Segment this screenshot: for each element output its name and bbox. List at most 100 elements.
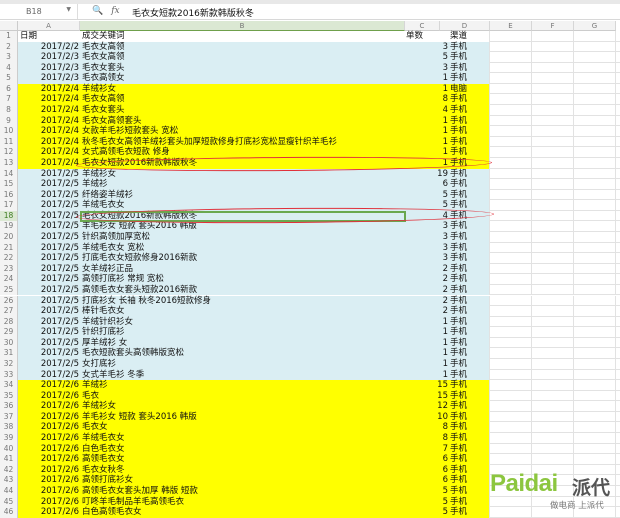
cell-channel[interactable]: 手机 <box>450 296 490 307</box>
cell-keyword[interactable]: 羊绒衫女 <box>82 84 402 95</box>
cell-keyword[interactable]: 毛衣高领女 <box>82 73 402 84</box>
cell-count[interactable]: 6 <box>405 475 448 486</box>
cell-keyword[interactable]: 毛衣女高领 <box>82 42 402 53</box>
cell-channel[interactable]: 手机 <box>450 306 490 317</box>
cell-count[interactable]: 1 <box>405 338 448 349</box>
cell-date[interactable]: 2017/2/5 <box>18 296 79 307</box>
cell-count[interactable]: 2 <box>405 274 448 285</box>
cell-channel[interactable]: 手机 <box>450 401 490 412</box>
cell-keyword[interactable]: 高领毛衣女套头加厚 韩版 短款 <box>82 486 402 497</box>
cell-keyword[interactable]: 毛衣短款套头高领韩版宽松 <box>82 348 402 359</box>
cell-count[interactable]: 15 <box>405 380 448 391</box>
cell-keyword[interactable]: 棒针毛衣女 <box>82 306 402 317</box>
cell-channel[interactable]: 手机 <box>450 274 490 285</box>
cell-date[interactable]: 2017/2/5 <box>18 359 79 370</box>
cell-date[interactable]: 2017/2/5 <box>18 348 79 359</box>
cell-count[interactable]: 5 <box>405 52 448 63</box>
cell-date[interactable]: 2017/2/6 <box>18 507 79 518</box>
row-header[interactable]: 12 <box>0 147 18 158</box>
cell-channel[interactable]: 手机 <box>450 486 490 497</box>
cell-date[interactable]: 2017/2/6 <box>18 401 79 412</box>
cell-channel[interactable]: 手机 <box>450 221 490 232</box>
row-header[interactable]: 17 <box>0 200 18 211</box>
column-header-a[interactable]: A <box>18 21 80 31</box>
cell-count[interactable]: 2 <box>405 285 448 296</box>
cell-channel[interactable]: 手机 <box>450 317 490 328</box>
cell-count[interactable]: 1 <box>405 126 448 137</box>
cell-date[interactable]: 2017/2/5 <box>18 274 79 285</box>
cell-channel[interactable]: 手机 <box>450 285 490 296</box>
cell-date[interactable]: 2017/2/6 <box>18 475 79 486</box>
cell-channel[interactable]: 手机 <box>450 116 490 127</box>
cell-date[interactable]: 2017/2/6 <box>18 454 79 465</box>
cell-date[interactable]: 2017/2/5 <box>18 285 79 296</box>
name-box[interactable]: B18 ▼ <box>0 4 78 19</box>
cell-channel[interactable]: 手机 <box>450 433 490 444</box>
cell-channel[interactable]: 手机 <box>450 412 490 423</box>
cell-date[interactable]: 2017/2/4 <box>18 137 79 148</box>
cell-channel[interactable]: 手机 <box>450 444 490 455</box>
cell-date[interactable]: 2017/2/5 <box>18 200 79 211</box>
cell-count[interactable]: 1 <box>405 348 448 359</box>
cell-channel[interactable]: 手机 <box>450 105 490 116</box>
column-header-c[interactable]: C <box>405 21 440 31</box>
row-header[interactable]: 38 <box>0 422 18 434</box>
cell-count[interactable]: 1 <box>405 137 448 148</box>
cell-count[interactable]: 1 <box>405 359 448 370</box>
cell-channel[interactable]: 手机 <box>450 348 490 359</box>
cell-channel[interactable]: 手机 <box>450 327 490 338</box>
cell-date[interactable]: 2017/2/3 <box>18 63 79 74</box>
row-header[interactable]: 13 <box>0 157 18 169</box>
cell-keyword[interactable]: 白色毛衣女 <box>82 444 402 455</box>
cell-keyword[interactable]: 羊绒衫 <box>82 179 402 190</box>
cell-channel[interactable]: 手机 <box>450 126 490 137</box>
select-all-corner[interactable] <box>0 21 18 31</box>
row-header[interactable]: 11 <box>0 136 18 148</box>
cell-channel[interactable]: 手机 <box>450 190 490 201</box>
cell-keyword[interactable]: 毛衣 <box>82 391 402 402</box>
row-header[interactable]: 27 <box>0 306 18 317</box>
cell-date[interactable]: 2017/2/5 <box>18 264 79 275</box>
row-header[interactable]: 29 <box>0 327 18 338</box>
row-header[interactable]: 37 <box>0 411 18 423</box>
row-header[interactable]: 24 <box>0 274 18 285</box>
row-header[interactable]: 14 <box>0 168 18 180</box>
cell-date[interactable]: 2017/2/5 <box>18 338 79 349</box>
cell-keyword[interactable]: 打底衫女 长袖 秋冬2016短款修身 <box>82 296 402 307</box>
row-header[interactable]: 6 <box>0 83 18 95</box>
cell-keyword[interactable]: 女羊绒衫正品 <box>82 264 402 275</box>
cell-date[interactable]: 2017/2/3 <box>18 52 79 63</box>
cell-keyword[interactable]: 毛衣女套头 <box>82 105 402 116</box>
row-header[interactable]: 8 <box>0 105 18 116</box>
cell-date[interactable]: 2017/2/6 <box>18 444 79 455</box>
cell-date[interactable]: 2017/2/6 <box>18 412 79 423</box>
row-header[interactable]: 22 <box>0 253 18 264</box>
cell-date[interactable]: 2017/2/5 <box>18 253 79 264</box>
cell-keyword[interactable]: 秋冬毛衣女高领羊绒衫套头加厚短款修身打底衫宽松显瘦针织羊毛衫 <box>82 137 402 148</box>
row-header[interactable]: 1 <box>0 31 18 42</box>
column-header-e[interactable]: E <box>490 21 532 31</box>
cell-count[interactable]: 1 <box>405 147 448 158</box>
cell-keyword[interactable]: 羊绒衫女 <box>82 401 402 412</box>
cell-date[interactable]: 2017/2/4 <box>18 116 79 127</box>
cell-channel[interactable]: 手机 <box>450 465 490 476</box>
row-header[interactable]: 15 <box>0 179 18 190</box>
cell-keyword[interactable]: 高领打底衫 常规 宽松 <box>82 274 402 285</box>
cell-keyword[interactable]: 高领毛衣女套头短款2016新款 <box>82 285 402 296</box>
cell-date[interactable]: 2017/2/5 <box>18 232 79 243</box>
cell-channel[interactable]: 手机 <box>450 73 490 84</box>
cell-channel[interactable]: 手机 <box>450 52 490 63</box>
cell-channel[interactable]: 手机 <box>450 169 490 180</box>
cell-date[interactable]: 2017/2/5 <box>18 317 79 328</box>
cell-keyword[interactable]: 毛衣女高领 <box>82 94 402 105</box>
column-header-g[interactable]: G <box>574 21 616 31</box>
zoom-icon[interactable]: 🔍 <box>92 6 103 16</box>
cell-count[interactable]: 2 <box>405 296 448 307</box>
cell-count[interactable]: 3 <box>405 42 448 53</box>
cell-keyword[interactable]: 女款羊毛衫短款套头 宽松 <box>82 126 402 137</box>
cell-count[interactable]: 1 <box>405 73 448 84</box>
row-header[interactable]: 26 <box>0 295 18 307</box>
cell-channel[interactable]: 手机 <box>450 380 490 391</box>
cell-count[interactable]: 1 <box>405 84 448 95</box>
cell-keyword[interactable]: 羊绒针织衫女 <box>82 317 402 328</box>
